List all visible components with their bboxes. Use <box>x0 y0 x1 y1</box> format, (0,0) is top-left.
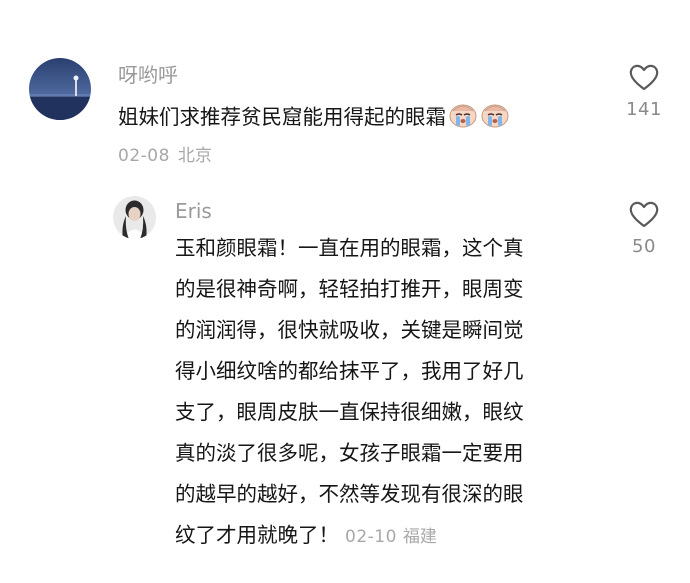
reply-text-last-line: 纹了才用就晚了！ 02-10 福建 <box>175 515 615 558</box>
reply-text-line: 的越早的越好，不然等发现有很深的眼 <box>175 482 524 506</box>
comment-like-count: 141 <box>626 99 662 120</box>
replier-avatar[interactable] <box>113 196 156 239</box>
heart-outline-icon[interactable] <box>614 63 674 91</box>
replier-username[interactable]: Eris <box>175 199 212 223</box>
reply-text-line: 得小细纹啥的都给抹平了，我用了好几 <box>175 359 524 383</box>
comment-date: 02-08 <box>118 146 170 166</box>
comment-text: 姐妹们求推荐贫民窟能用得起的眼霜 <box>118 101 510 134</box>
reply-text-line: 的润润得，很快就吸收，关键是瞬间觉 <box>175 318 524 342</box>
reply-text-line: 支了，眼周皮肤一直保持很细嫩，眼纹 <box>175 400 524 424</box>
reply-text-line: 玉和颜眼霜！一直在用的眼霜，这个真 <box>175 236 524 260</box>
reply-date: 02-10 <box>345 527 397 547</box>
reply-text-line: 的是很神奇啊，轻轻拍打推开，眼周变 <box>175 277 524 301</box>
reply-meta: 02-10 福建 <box>345 527 437 547</box>
heart-outline-icon[interactable] <box>614 200 674 228</box>
reply-text-line: 纹了才用就晚了！ <box>175 523 339 547</box>
comment-meta: 02-08 北京 <box>118 145 212 167</box>
reply-location: 福建 <box>402 527 437 547</box>
comment-text-content: 姐妹们求推荐贫民窟能用得起的眼霜 <box>118 105 446 129</box>
crying-face-icon <box>480 101 510 134</box>
reply-like-button[interactable]: 50 <box>614 200 674 257</box>
reply-text: 玉和颜眼霜！一直在用的眼霜，这个真 的是很神奇啊，轻轻拍打推开，眼周变 的润润得… <box>175 228 615 558</box>
crying-face-icon <box>448 101 478 134</box>
comment-location: 北京 <box>177 146 212 166</box>
reply-text-line: 真的淡了很多呢，女孩子眼霜一定要用 <box>175 441 524 465</box>
reply-like-count: 50 <box>632 236 656 257</box>
commenter-avatar[interactable] <box>29 58 91 120</box>
comment-like-button[interactable]: 141 <box>614 63 674 120</box>
commenter-username[interactable]: 呀哟呼 <box>118 63 178 87</box>
